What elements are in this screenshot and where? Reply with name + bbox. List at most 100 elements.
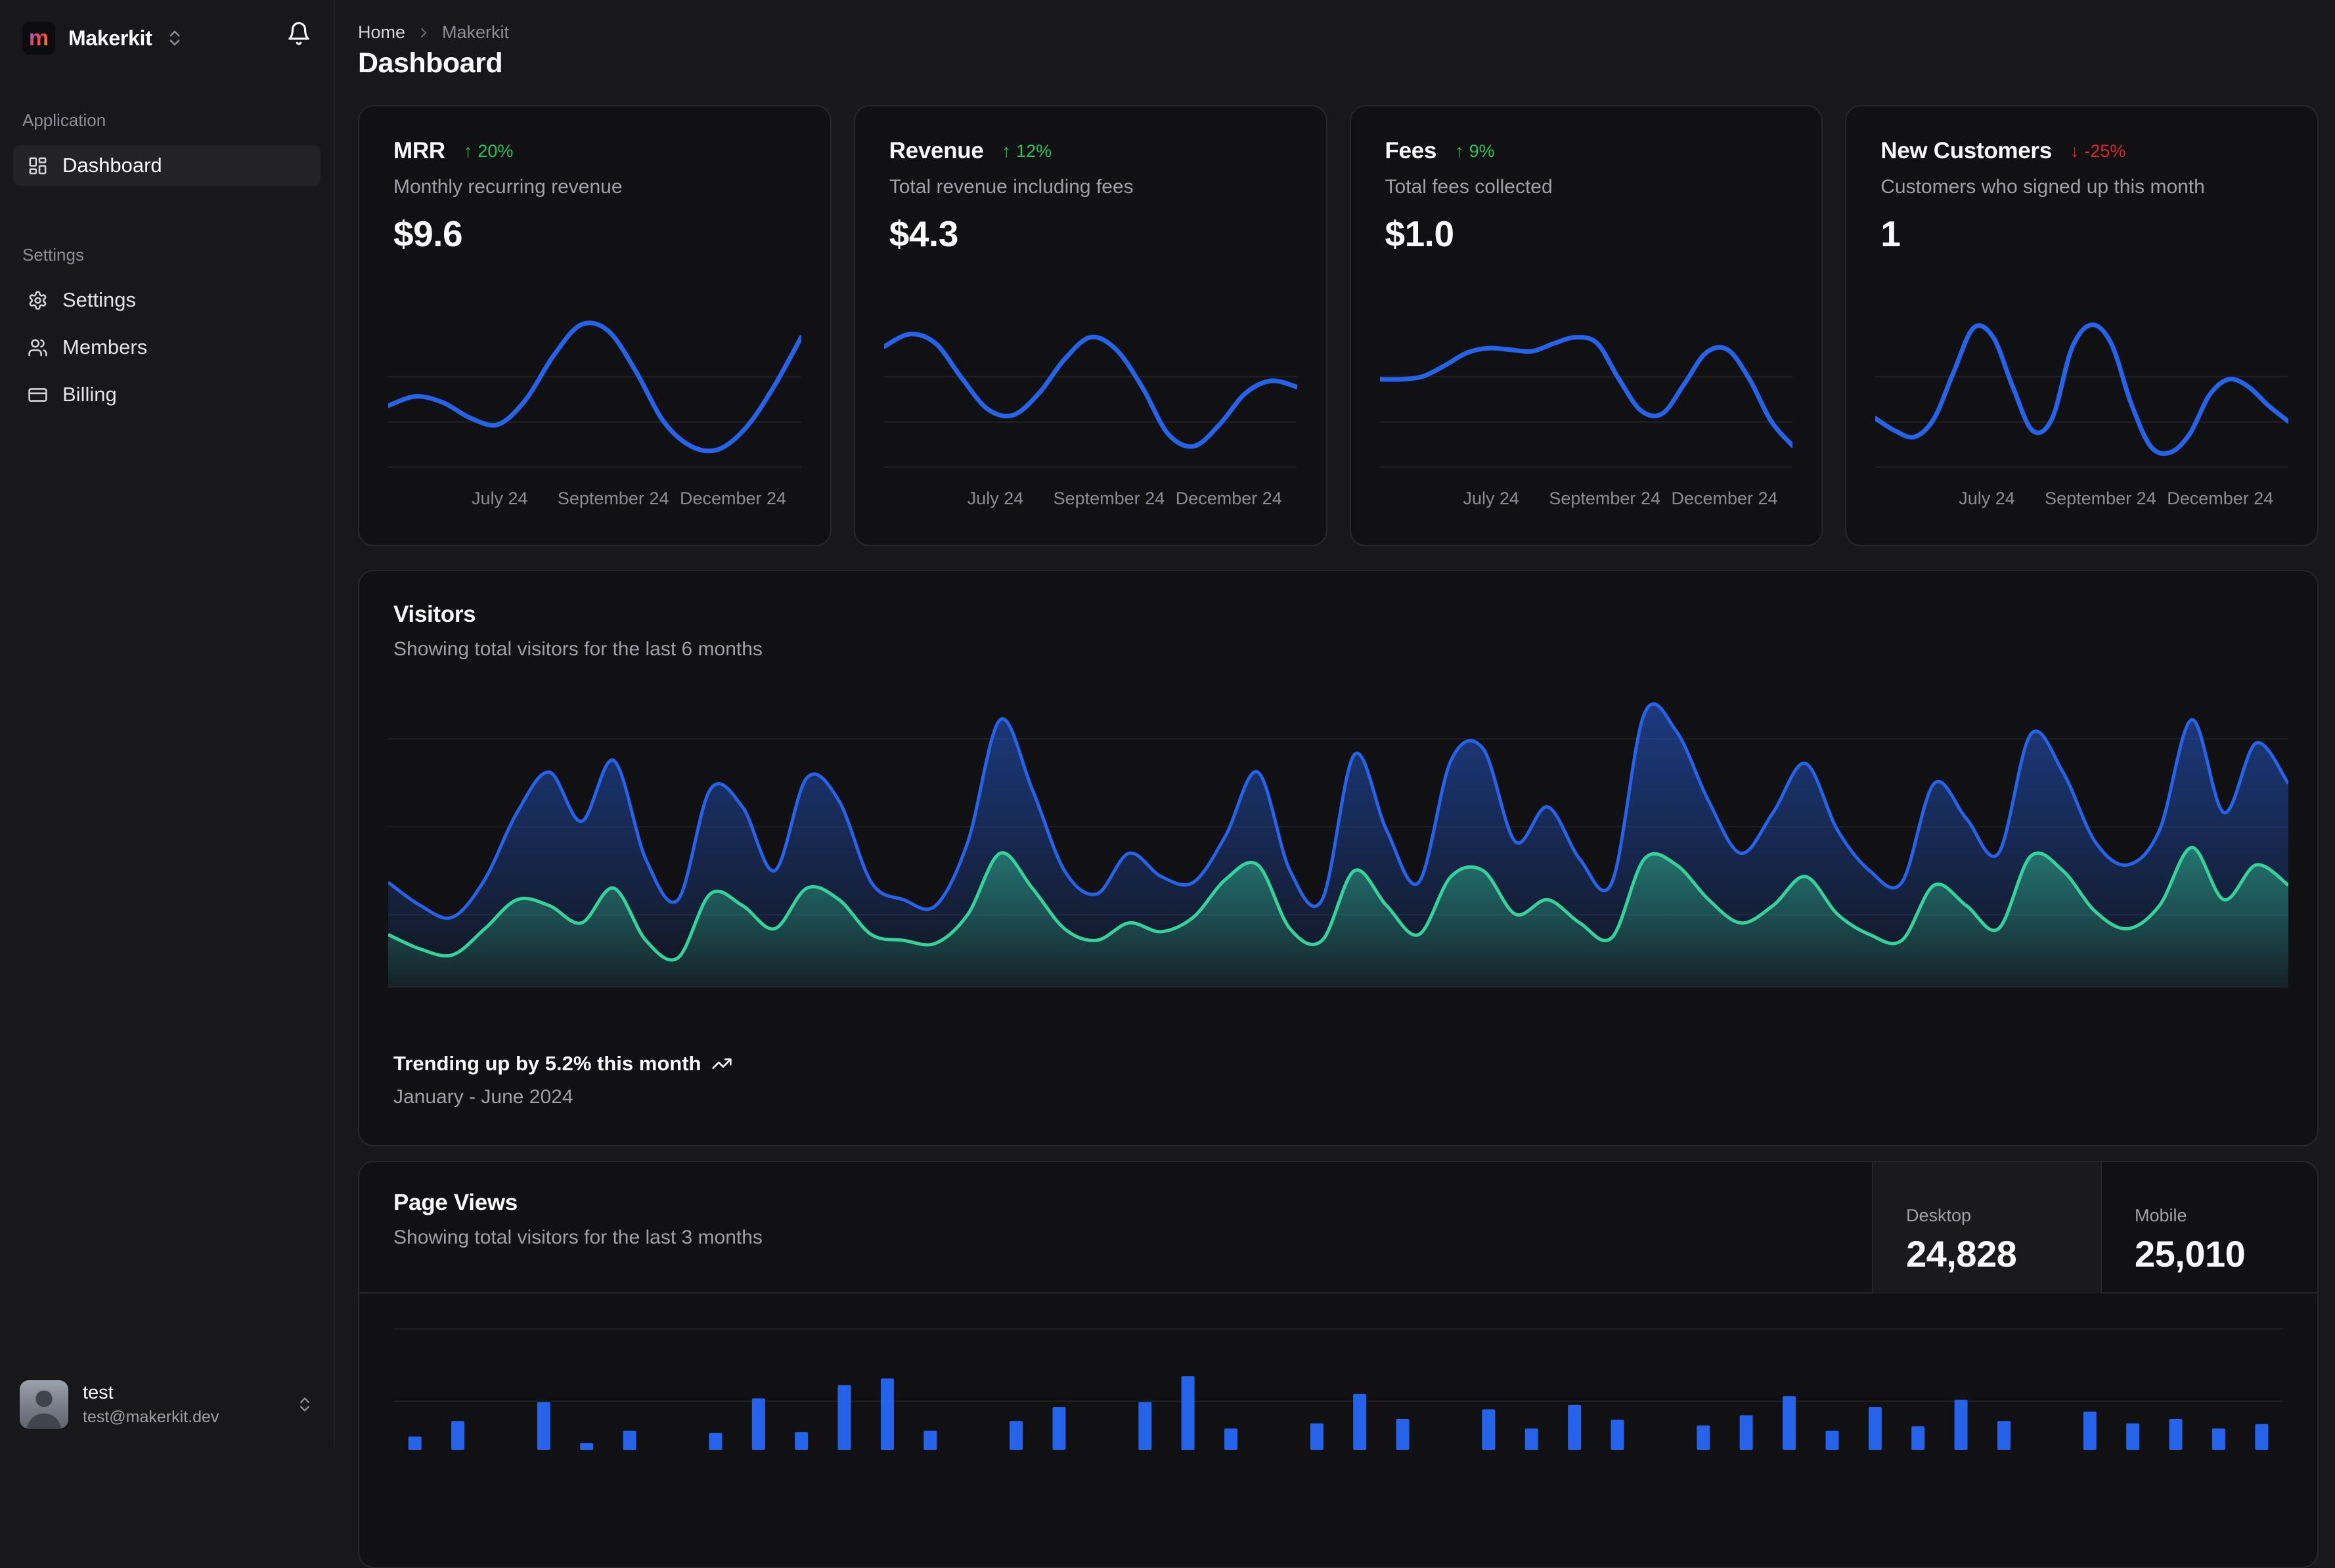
page-views-subtitle: Showing total visitors for the last 3 mo… [393,1227,763,1248]
x-tick-label: December 24 [679,489,787,508]
page-title: Dashboard [358,47,503,79]
page-views-stat-mobile[interactable]: Mobile 25,010 [2101,1162,2317,1294]
main-content: Home Makerkit Dashboard MRR ↑ 20% Monthly r… [358,0,2319,1568]
kpi-x-axis: July 24 September 24 December 24 [1380,489,1793,515]
kpi-delta-value: 9% [1469,141,1495,161]
x-tick-label: July 24 [967,489,1024,508]
chevrons-up-down-icon [300,1397,309,1412]
visitors-range-text: January - June 2024 [393,1086,573,1108]
trending-up-icon [712,1058,732,1069]
sidebar-item-members[interactable]: Members [13,327,321,368]
members-icon [28,339,47,356]
chevrons-up-down-icon [169,30,180,46]
breadcrumb: Home Makerkit [358,22,509,43]
kpi-delta-badge: ↑ 20% [464,141,514,162]
kpi-subtitle: Monthly recurring revenue [393,176,623,198]
sidebar-item-billing[interactable]: Billing [13,374,321,415]
stat-label: Mobile [2135,1206,2187,1225]
kpi-title: Revenue [889,138,984,163]
page-views-card: Page Views Showing total visitors for th… [358,1161,2319,1568]
kpi-value: $9.6 [393,213,463,254]
visitors-area-chart [388,684,2288,988]
kpi-subtitle: Customers who signed up this month [1880,176,2205,198]
workspace-name: Makerkit [68,26,152,50]
x-tick-label: September 24 [2045,489,2156,508]
x-tick-label: December 24 [2167,489,2274,508]
arrow-up-icon: ↑ [1002,141,1012,161]
stat-value: 24,828 [1906,1233,2017,1274]
sidebar: m Makerkit Application Dashboard Settings S… [0,0,335,1448]
x-tick-label: July 24 [1463,489,1520,508]
kpi-sparkline-chart [883,300,1297,474]
user-name: test [83,1382,114,1403]
kpi-delta-badge: ↑ 12% [1002,141,1052,162]
dashboard-icon [29,157,47,174]
sidebar-item-dashboard[interactable]: Dashboard [13,145,321,186]
workspace-switcher[interactable]: m Makerkit [22,22,185,54]
sidebar-item-label: Settings [62,288,137,311]
kpi-delta-badge: ↑ 9% [1455,141,1495,162]
x-tick-label: September 24 [557,489,669,508]
kpi-subtitle: Total fees collected [1385,176,1553,198]
x-tick-label: September 24 [1053,489,1165,508]
kpi-sparkline-chart [388,300,801,474]
kpi-x-axis: July 24 September 24 December 24 [1875,489,2288,515]
breadcrumb-current: Makerkit [442,22,510,42]
kpi-title: New Customers [1880,138,2052,163]
kpi-value: $4.3 [889,213,959,254]
arrow-down-icon: ↓ [2070,141,2079,161]
arrow-up-icon: ↑ [1455,141,1464,161]
visitors-trend-text: Trending up by 5.2% this month [393,1052,701,1075]
kpi-x-axis: July 24 September 24 December 24 [884,489,1297,515]
user-menu[interactable]: test test@makerkit.dev [11,1370,323,1439]
kpi-title: MRR [393,138,445,163]
sidebar-nav: Application Dashboard Settings Settings Memb… [13,110,321,422]
nav-section-label: Settings [22,245,84,265]
kpi-value: 1 [1880,213,1901,254]
kpi-delta-value: 12% [1016,141,1052,161]
kpi-card-mrr: MRR ↑ 20% Monthly recurring revenue $9.6 July… [358,105,832,546]
kpi-delta-value: -25% [2084,141,2126,161]
visitors-subtitle: Showing total visitors for the last 6 mo… [393,638,763,660]
notifications-button[interactable] [286,21,311,46]
kpi-value: $1.0 [1385,213,1455,254]
chevron-right-icon [421,28,427,37]
x-tick-label: July 24 [1959,489,2015,508]
sidebar-item-label: Billing [62,383,117,406]
page-views-toggle: Desktop 24,828 Mobile 25,010 [1872,1162,2317,1294]
arrow-up-icon: ↑ [463,141,473,161]
kpi-delta-value: 20% [478,141,514,161]
sidebar-item-label: Dashboard [62,154,162,177]
breadcrumb-home[interactable]: Home [358,22,405,43]
kpi-sparkline-chart [1875,300,2288,474]
kpi-card-fees: Fees ↑ 9% Total fees collected $1.0 July 24 Se… [1349,105,1823,546]
kpi-x-axis: July 24 September 24 December 24 [388,489,801,515]
kpi-grid: MRR ↑ 20% Monthly recurring revenue $9.6 July… [358,105,2319,546]
logo-letter: m [28,26,49,51]
page-views-bar-chart [393,1308,2283,1450]
kpi-subtitle: Total revenue including fees [889,176,1134,198]
stat-label: Desktop [1906,1206,1972,1225]
kpi-title: Fees [1385,138,1437,163]
settings-icon [29,290,47,310]
billing-icon [28,387,47,402]
kpi-delta-badge: ↓ -25% [2070,141,2126,162]
page-views-stat-desktop[interactable]: Desktop 24,828 [1872,1162,2101,1294]
visitors-card: Visitors Showing total visitors for the … [358,570,2319,1146]
page-views-title: Page Views [393,1190,518,1215]
visitors-title: Visitors [393,601,476,627]
sidebar-item-label: Members [62,336,148,359]
user-email: test@makerkit.dev [83,1408,219,1426]
kpi-card-revenue: Revenue ↑ 12% Total revenue including fees $… [853,105,1327,546]
sidebar-item-settings[interactable]: Settings [13,280,321,320]
kpi-card-new-customers: New Customers ↓ -25% Customers who signed u… [1845,105,2319,546]
x-tick-label: July 24 [471,489,528,508]
makerkit-logo: m [22,22,55,54]
x-tick-label: December 24 [1671,489,1778,508]
x-tick-label: September 24 [1549,489,1660,508]
stat-value: 25,010 [2135,1233,2246,1274]
x-tick-label: December 24 [1175,489,1282,508]
nav-section-label: Application [22,110,106,130]
bell-icon [288,22,309,45]
kpi-sparkline-chart [1379,300,1793,474]
